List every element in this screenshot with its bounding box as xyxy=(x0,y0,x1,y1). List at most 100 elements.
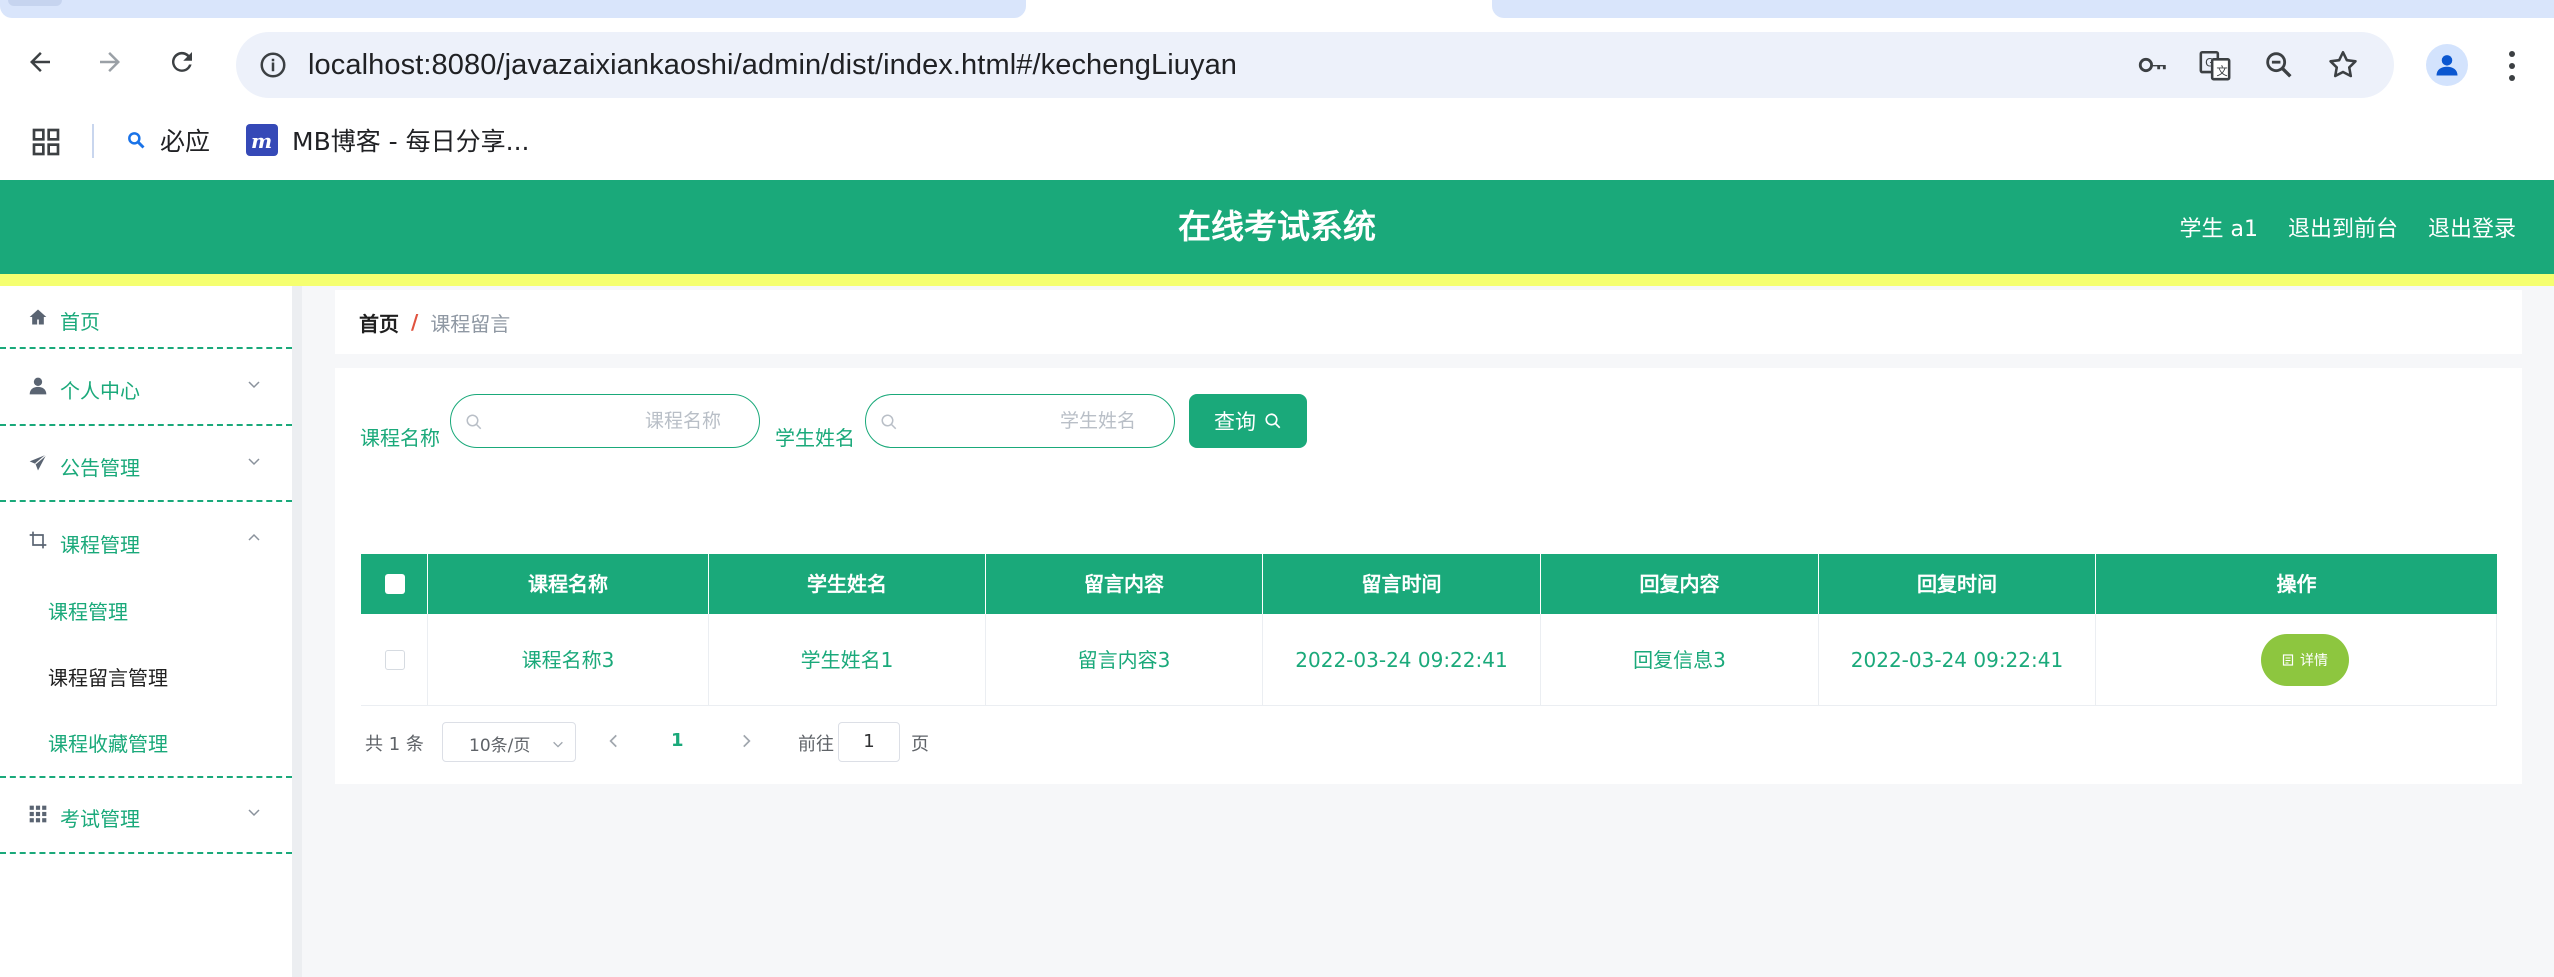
page-number-current[interactable]: 1 xyxy=(671,730,684,751)
goto-page-input[interactable]: 1 xyxy=(838,722,900,762)
course-name-placeholder: 课程名称 xyxy=(644,410,721,432)
translate-icon[interactable]: G文 xyxy=(2198,48,2232,82)
current-user: 学生 a1 xyxy=(2179,217,2258,242)
bookmark-bing[interactable]: 必应 xyxy=(126,112,210,168)
sidebar-item-label: 课程管理 xyxy=(60,533,140,557)
submenu-item-course-management[interactable]: 课程管理 xyxy=(48,596,128,625)
page-size-value: 10条/页 xyxy=(469,736,531,756)
cell-message: 留言内容3 xyxy=(986,614,1263,706)
content-card: 课程名称 课程名称 学生姓名 学生姓名 查询 课程名称 学生姓名 留言内容 留言… xyxy=(335,368,2522,784)
star-icon[interactable] xyxy=(2326,48,2360,82)
forward-button[interactable] xyxy=(90,42,130,82)
breadcrumb: 首页 / 课程留言 xyxy=(359,290,510,354)
search-icon xyxy=(128,132,145,149)
chevron-up-icon xyxy=(248,533,260,541)
breadcrumb-separator: / xyxy=(411,310,419,334)
app-header: 在线考试系统 学生 a1 退出到前台 退出登录 xyxy=(0,180,2554,274)
more-menu-icon[interactable] xyxy=(2502,46,2522,86)
person-icon xyxy=(2436,55,2458,76)
query-button[interactable]: 查询 xyxy=(1189,394,1307,448)
column-header: 回复时间 xyxy=(1819,554,2096,614)
reload-icon xyxy=(171,51,192,72)
browser-tab-background[interactable] xyxy=(0,0,1026,18)
detail-button-label: 详情 xyxy=(2300,653,2328,669)
submenu-item-course-favorites[interactable]: 课程收藏管理 xyxy=(48,728,168,757)
student-name-placeholder: 学生姓名 xyxy=(1059,410,1136,432)
cell-reply: 回复信息3 xyxy=(1541,614,1819,706)
chevron-down-icon xyxy=(553,741,563,748)
bookmarks-bar: 必应 m MB博客 - 每日分享... xyxy=(0,112,2554,180)
user-icon xyxy=(29,377,47,395)
sidebar-item-home[interactable]: 首页 xyxy=(0,286,292,348)
paper-plane-icon xyxy=(29,454,47,471)
goto-label: 前往 xyxy=(798,734,834,755)
page-title: 在线考试系统 xyxy=(1178,207,1376,246)
search-icon xyxy=(1265,413,1281,429)
url-text[interactable]: localhost:8080/javazaixiankaoshi/admin/d… xyxy=(308,32,1237,98)
profile-avatar[interactable] xyxy=(2426,44,2468,86)
detail-button[interactable]: 详情 xyxy=(2261,634,2349,686)
browser-toolbar: localhost:8080/javazaixiankaoshi/admin/d… xyxy=(0,20,2554,112)
column-header: 留言内容 xyxy=(986,554,1263,614)
sidebar-item-label: 考试管理 xyxy=(60,807,140,831)
breadcrumb-current: 课程留言 xyxy=(430,311,511,336)
student-name-input[interactable]: 学生姓名 xyxy=(865,394,1175,448)
document-icon xyxy=(2282,654,2294,666)
browser-tab-background[interactable] xyxy=(1492,0,2554,18)
apps-grid-icon[interactable] xyxy=(30,126,62,158)
bookmark-mb-blog[interactable]: m MB博客 - 每日分享... xyxy=(246,112,529,168)
address-bar[interactable]: localhost:8080/javazaixiankaoshi/admin/d… xyxy=(236,32,2394,98)
total-count: 共 1 条 xyxy=(365,734,424,755)
sidebar: 首页 个人中心 公告管理 课程管理 课程管理 课程留言管理 课程收藏管理 考试管… xyxy=(0,286,292,977)
zoom-icon[interactable] xyxy=(2262,48,2296,82)
column-header: 留言时间 xyxy=(1263,554,1541,614)
header-accent-bar xyxy=(0,274,2554,286)
sidebar-item-course-management[interactable]: 课程管理 xyxy=(0,500,292,578)
svg-text:文: 文 xyxy=(2216,64,2227,78)
grid-icon xyxy=(29,805,47,823)
sidebar-item-exam-management[interactable]: 考试管理 xyxy=(0,776,292,852)
course-name-input[interactable]: 课程名称 xyxy=(450,394,760,448)
chevron-down-icon xyxy=(248,381,260,389)
svg-text:m: m xyxy=(251,129,272,153)
cell-course-name: 课程名称3 xyxy=(428,614,709,706)
logout-link[interactable]: 退出登录 xyxy=(2428,211,2516,243)
reload-button[interactable] xyxy=(162,42,202,82)
submenu-item-course-comments[interactable]: 课程留言管理 xyxy=(48,662,168,691)
select-all-checkbox[interactable] xyxy=(385,574,405,594)
row-checkbox[interactable] xyxy=(385,650,405,670)
tab-indicator xyxy=(8,0,62,6)
back-button[interactable] xyxy=(20,42,60,82)
chevron-left-icon[interactable] xyxy=(605,732,623,750)
back-to-front-link[interactable]: 退出到前台 xyxy=(2288,211,2398,243)
page-size-select[interactable]: 10条/页 xyxy=(442,722,576,762)
sidebar-scrollbar[interactable] xyxy=(292,286,302,977)
bookmark-label: MB博客 - 每日分享... xyxy=(292,127,530,156)
mb-logo-icon: m xyxy=(246,124,278,156)
column-header: 学生姓名 xyxy=(709,554,986,614)
sidebar-item-label: 个人中心 xyxy=(60,379,140,403)
search-icon xyxy=(466,414,482,430)
arrow-right-icon xyxy=(100,52,120,72)
sidebar-item-personal-center[interactable]: 个人中心 xyxy=(0,348,292,424)
table-header: 课程名称 学生姓名 留言内容 留言时间 回复内容 回复时间 操作 xyxy=(361,554,2497,614)
row-select-cell xyxy=(361,614,428,706)
chevron-right-icon[interactable] xyxy=(737,732,755,750)
page-suffix: 页 xyxy=(911,734,929,755)
breadcrumb-home[interactable]: 首页 xyxy=(359,308,399,337)
crop-icon xyxy=(29,531,47,549)
column-header: 课程名称 xyxy=(428,554,709,614)
chevron-down-icon xyxy=(248,809,260,817)
menu-divider xyxy=(0,852,292,854)
info-icon[interactable] xyxy=(258,50,288,80)
course-name-label: 课程名称 xyxy=(360,426,440,450)
key-icon[interactable] xyxy=(2136,48,2170,82)
sidebar-item-announcements[interactable]: 公告管理 xyxy=(0,424,292,500)
chevron-down-icon xyxy=(248,458,260,466)
arrow-left-icon xyxy=(30,52,50,72)
sidebar-item-label: 公告管理 xyxy=(60,456,140,480)
column-header: 操作 xyxy=(2276,572,2317,596)
header-select-cell xyxy=(361,554,428,614)
bookmark-separator xyxy=(92,124,94,158)
column-header: 回复内容 xyxy=(1541,554,1819,614)
